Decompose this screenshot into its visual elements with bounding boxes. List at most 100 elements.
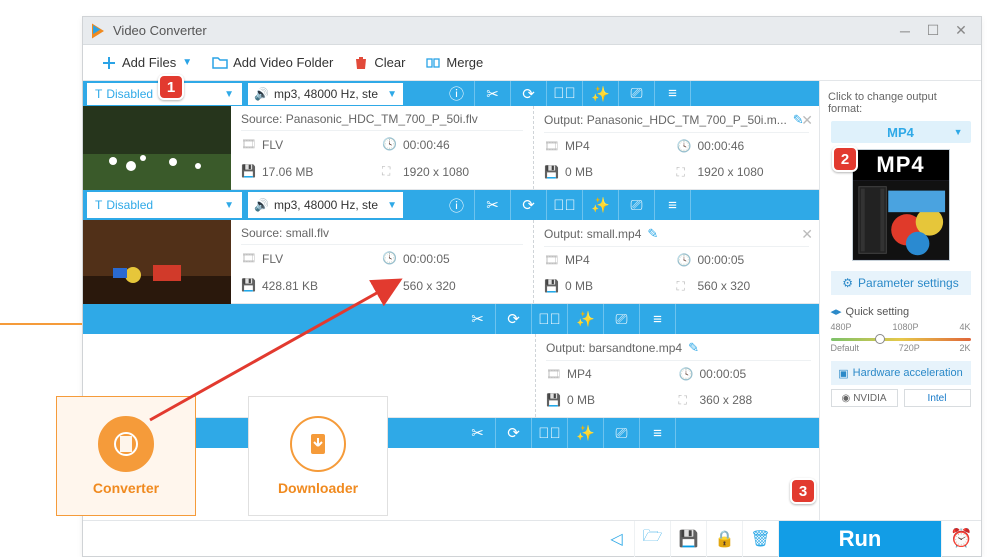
downloader-tile[interactable]: Downloader	[248, 396, 388, 516]
file-row[interactable]: Source: Panasonic_HDC_TM_700_P_50i.flv 🎞…	[83, 106, 819, 190]
source-duration: 00:00:46	[403, 138, 450, 152]
remove-file-button[interactable]: ✕	[801, 112, 809, 129]
add-files-button[interactable]: Add Files ▼	[91, 45, 202, 81]
converter-tile[interactable]: Converter	[56, 396, 196, 516]
file-row[interactable]: Source: small.flv 🎞FLV 🕓00:00:05 💾428.81…	[83, 220, 819, 304]
output-format-thumb[interactable]: MP4	[852, 149, 950, 261]
caret-icon: ▼	[387, 89, 397, 100]
merge-button[interactable]: Merge	[415, 45, 493, 81]
output-file-label: Output: Panasonic_HDC_TM_700_P_50i.m...	[544, 113, 787, 127]
subtitle-button[interactable]: ≡	[640, 418, 676, 448]
audio-format-select[interactable]: 🔊 mp3, 48000 Hz, ste ▼	[248, 192, 403, 218]
maximize-button[interactable]: ☐	[919, 21, 947, 41]
subtitle-button[interactable]: ≡	[640, 304, 676, 334]
rotate-button[interactable]: ⟳	[496, 418, 532, 448]
subtitle-button[interactable]: ≡	[655, 81, 691, 109]
watermark-button[interactable]: ⎚	[619, 81, 655, 109]
intel-chip[interactable]: Intel	[904, 389, 971, 407]
titlebar: Video Converter ─ ☐ ✕	[83, 17, 981, 45]
watermark-button[interactable]: ⎚	[604, 304, 640, 334]
schedule-button[interactable]: ⏰	[941, 521, 981, 557]
audio-format-select[interactable]: 🔊 mp3, 48000 Hz, ste ▼	[248, 83, 403, 105]
output-format-button[interactable]: MP4 ▼	[831, 121, 971, 143]
clock-icon: 🕓	[382, 251, 397, 266]
clear-button[interactable]: Clear	[343, 45, 415, 81]
badge-number: 3	[799, 483, 807, 500]
merge-label: Merge	[446, 55, 483, 70]
subtitle-icon: T	[95, 87, 102, 101]
rotate-button[interactable]: ⟳	[496, 304, 532, 334]
subtitle-button[interactable]: ≡	[655, 190, 691, 220]
hardware-accel-button[interactable]: ▣ Hardware acceleration	[831, 361, 971, 385]
delete-button[interactable]: 🗑	[743, 521, 779, 557]
effects-button[interactable]: ✨	[583, 81, 619, 109]
main-toolbar: Add Files ▼ Add Video Folder Clear Merge	[83, 45, 981, 81]
quality-slider[interactable]	[831, 338, 971, 341]
info-button[interactable]: ⓘ	[439, 190, 475, 220]
clock-icon: 🕓	[677, 139, 692, 154]
edit-output-name-button[interactable]: ✎	[688, 340, 699, 356]
edit-toolbar-output: ✂ ⟳ ✂⃞ ✨ ⎚ ≡	[83, 304, 819, 334]
crop-button[interactable]: ✂⃞	[532, 304, 568, 334]
open-folder-button[interactable]: 🗁	[635, 521, 671, 557]
effects-button[interactable]: ✨	[583, 190, 619, 220]
lock-button[interactable]: 🔒	[707, 521, 743, 557]
subtitle-select[interactable]: T Disabled ▼	[87, 192, 242, 218]
source-res: 560 x 320	[403, 279, 456, 293]
film-icon: 🎞	[241, 251, 256, 266]
remove-file-button[interactable]: ✕	[801, 226, 809, 243]
effects-button[interactable]: ✨	[568, 304, 604, 334]
crop-button[interactable]: ✂⃞	[547, 81, 583, 109]
effects-button[interactable]: ✨	[568, 418, 604, 448]
rotate-button[interactable]: ⟳	[511, 190, 547, 220]
crop-button[interactable]: ✂⃞	[547, 190, 583, 220]
watermark-button[interactable]: ⎚	[604, 418, 640, 448]
add-folder-button[interactable]: Add Video Folder	[202, 45, 343, 81]
source-meta: Source: small.flv 🎞FLV 🕓00:00:05 💾428.81…	[231, 220, 533, 303]
cut-button[interactable]: ✂	[460, 304, 496, 334]
save-button[interactable]: 💾	[671, 521, 707, 557]
folder-icon	[212, 55, 228, 71]
out-duration: 00:00:46	[698, 139, 745, 153]
film-icon: 🎞	[544, 139, 559, 154]
minimize-button[interactable]: ─	[891, 21, 919, 41]
quick-setting: ◂▸Quick setting 480P 1080P 4K Default 72…	[831, 305, 971, 353]
output-prev-button[interactable]: ◁	[599, 521, 635, 557]
run-label: Run	[839, 526, 882, 552]
nvidia-chip[interactable]: ◉NVIDIA	[831, 389, 898, 407]
crop-button[interactable]: ✂⃞	[532, 418, 568, 448]
intel-label: Intel	[928, 393, 947, 404]
edit-output-name-button[interactable]: ✎	[647, 226, 658, 242]
parameter-label: Parameter settings	[858, 276, 959, 290]
converter-icon	[98, 416, 154, 472]
output-meta: Output: Panasonic_HDC_TM_700_P_50i.m... …	[533, 106, 819, 189]
out-res: 360 x 288	[700, 393, 753, 407]
cut-button[interactable]: ✂	[460, 418, 496, 448]
resolution-icon: ⛶	[679, 393, 694, 408]
film-icon: 🎞	[546, 367, 561, 382]
watermark-button[interactable]: ⎚	[619, 190, 655, 220]
cut-button[interactable]: ✂	[475, 190, 511, 220]
source-file-label: Source: Panasonic_HDC_TM_700_P_50i.flv	[241, 112, 523, 131]
resolution-icon: ⛶	[382, 278, 397, 293]
parameter-settings-button[interactable]: ⚙ Parameter settings	[831, 271, 971, 295]
badge-number: 2	[841, 151, 849, 168]
disk-icon: 💾	[241, 164, 256, 179]
res-4k: 4K	[959, 322, 970, 332]
audio-toolbar: T Disabled ▼ 🔊 mp3, 48000 Hz, ste ▼ ⓘ ✂ …	[83, 190, 819, 220]
downloader-label: Downloader	[278, 480, 358, 496]
res-720p: 720P	[899, 343, 920, 353]
resolution-icon: ⛶	[677, 279, 692, 294]
res-2k: 2K	[959, 343, 970, 353]
rotate-button[interactable]: ⟳	[511, 81, 547, 109]
out-duration: 00:00:05	[700, 367, 747, 381]
gpu-chips: ◉NVIDIA Intel	[831, 389, 971, 407]
close-button[interactable]: ✕	[947, 21, 975, 41]
info-button[interactable]: ⓘ	[439, 81, 475, 109]
step-badge-2: 2	[832, 146, 858, 172]
resolution-icon: ⛶	[382, 164, 397, 179]
cut-button[interactable]: ✂	[475, 81, 511, 109]
run-button[interactable]: Run	[779, 521, 941, 557]
source-size: 17.06 MB	[262, 165, 313, 179]
caret-icon: ▼	[387, 200, 397, 211]
